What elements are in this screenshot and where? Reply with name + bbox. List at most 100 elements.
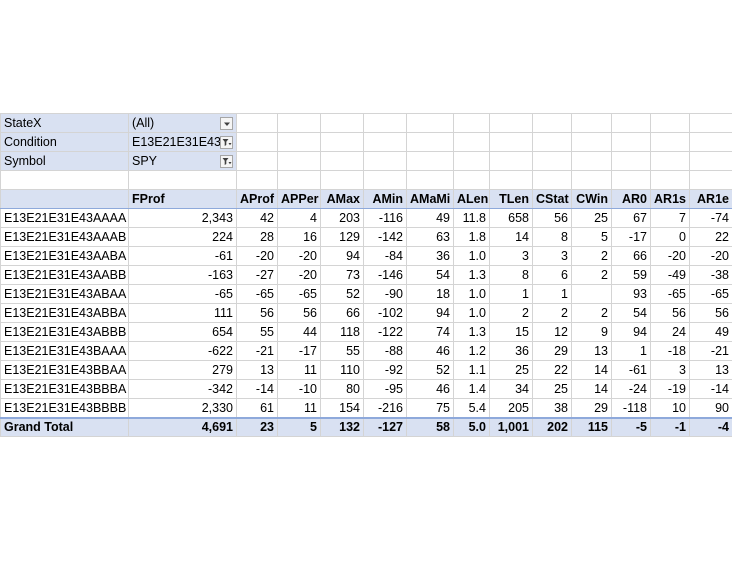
value-cell[interactable]: 1 <box>489 284 533 304</box>
empty-cell[interactable] <box>611 170 651 190</box>
value-cell[interactable]: 94 <box>611 322 651 342</box>
value-cell[interactable]: -122 <box>363 322 407 342</box>
value-cell[interactable]: 5 <box>571 227 612 247</box>
empty-cell[interactable] <box>236 170 278 190</box>
empty-cell[interactable] <box>489 151 533 171</box>
value-cell[interactable]: 29 <box>571 398 612 418</box>
value-cell[interactable]: -61 <box>128 246 237 266</box>
empty-cell[interactable] <box>689 170 732 190</box>
empty-cell[interactable] <box>363 132 407 152</box>
value-cell[interactable]: 8 <box>532 227 572 247</box>
column-header-amin[interactable]: AMin <box>363 189 407 209</box>
column-header-alen[interactable]: ALen <box>453 189 490 209</box>
value-cell[interactable]: 66 <box>320 303 364 323</box>
value-cell[interactable]: 11 <box>277 360 321 380</box>
value-cell[interactable]: -163 <box>128 265 237 285</box>
value-cell[interactable]: 15 <box>489 322 533 342</box>
grand-total-value[interactable]: -5 <box>611 416 651 437</box>
value-cell[interactable]: 67 <box>611 208 651 228</box>
value-cell[interactable]: 13 <box>689 360 732 380</box>
value-cell[interactable]: -116 <box>363 208 407 228</box>
value-cell[interactable]: 658 <box>489 208 533 228</box>
value-cell[interactable]: 203 <box>320 208 364 228</box>
empty-cell[interactable] <box>277 170 321 190</box>
value-cell[interactable]: 24 <box>650 322 690 342</box>
row-label-header[interactable] <box>0 189 129 209</box>
empty-cell[interactable] <box>320 113 364 133</box>
value-cell[interactable]: 59 <box>611 265 651 285</box>
value-cell[interactable]: -38 <box>689 265 732 285</box>
value-cell[interactable]: 94 <box>320 246 364 266</box>
value-cell[interactable]: -84 <box>363 246 407 266</box>
value-cell[interactable]: 36 <box>489 341 533 361</box>
row-label[interactable]: E13E21E31E43BAAA <box>0 341 129 361</box>
empty-cell[interactable] <box>650 170 690 190</box>
row-label[interactable]: E13E21E31E43AAAA <box>0 208 129 228</box>
value-cell[interactable]: 1.0 <box>453 284 490 304</box>
column-header-amax[interactable]: AMax <box>320 189 364 209</box>
value-cell[interactable]: 224 <box>128 227 237 247</box>
value-cell[interactable]: -10 <box>277 379 321 399</box>
filter-value-cell[interactable]: (All) <box>128 113 237 133</box>
value-cell[interactable]: -90 <box>363 284 407 304</box>
value-cell[interactable]: -216 <box>363 398 407 418</box>
empty-cell[interactable] <box>453 170 490 190</box>
value-cell[interactable]: -342 <box>128 379 237 399</box>
empty-cell[interactable] <box>611 113 651 133</box>
value-cell[interactable]: 38 <box>532 398 572 418</box>
filter-dropdown-button[interactable] <box>220 135 233 149</box>
value-cell[interactable]: 11 <box>277 398 321 418</box>
empty-cell[interactable] <box>363 170 407 190</box>
value-cell[interactable]: -18 <box>650 341 690 361</box>
empty-cell[interactable] <box>489 170 533 190</box>
value-cell[interactable]: 1.8 <box>453 227 490 247</box>
column-header-ar1s[interactable]: AR1s <box>650 189 690 209</box>
value-cell[interactable]: 11.8 <box>453 208 490 228</box>
value-cell[interactable]: 129 <box>320 227 364 247</box>
value-cell[interactable]: -20 <box>650 246 690 266</box>
value-cell[interactable]: -74 <box>689 208 732 228</box>
empty-cell[interactable] <box>406 113 454 133</box>
value-cell[interactable]: 36 <box>406 246 454 266</box>
row-label[interactable]: E13E21E31E43AAAB <box>0 227 129 247</box>
value-cell[interactable]: 1.0 <box>453 303 490 323</box>
value-cell[interactable] <box>571 284 612 304</box>
value-cell[interactable]: 56 <box>532 208 572 228</box>
column-header-tlen[interactable]: TLen <box>489 189 533 209</box>
filter-dropdown-button[interactable] <box>220 154 233 168</box>
value-cell[interactable]: 90 <box>689 398 732 418</box>
value-cell[interactable]: -14 <box>689 379 732 399</box>
value-cell[interactable]: -146 <box>363 265 407 285</box>
value-cell[interactable]: 205 <box>489 398 533 418</box>
empty-cell[interactable] <box>650 151 690 171</box>
empty-cell[interactable] <box>320 151 364 171</box>
value-cell[interactable]: 2 <box>532 303 572 323</box>
value-cell[interactable]: -17 <box>611 227 651 247</box>
value-cell[interactable]: 80 <box>320 379 364 399</box>
value-cell[interactable]: 73 <box>320 265 364 285</box>
empty-cell[interactable] <box>689 132 732 152</box>
value-cell[interactable]: 14 <box>489 227 533 247</box>
value-cell[interactable]: -622 <box>128 341 237 361</box>
value-cell[interactable]: -21 <box>236 341 278 361</box>
empty-cell[interactable] <box>571 132 612 152</box>
empty-cell[interactable] <box>532 113 572 133</box>
value-cell[interactable]: -118 <box>611 398 651 418</box>
row-label[interactable]: E13E21E31E43BBBA <box>0 379 129 399</box>
value-cell[interactable]: -20 <box>236 246 278 266</box>
value-cell[interactable]: 49 <box>406 208 454 228</box>
value-cell[interactable]: -20 <box>277 246 321 266</box>
column-header-aprof[interactable]: AProf <box>236 189 278 209</box>
column-header-cwin[interactable]: CWin <box>571 189 612 209</box>
filter-value-cell[interactable]: E13E21E31E43 <box>128 132 237 152</box>
grand-total-value[interactable]: -4 <box>689 416 732 437</box>
value-cell[interactable]: 1.3 <box>453 322 490 342</box>
value-cell[interactable]: 1.3 <box>453 265 490 285</box>
value-cell[interactable]: 74 <box>406 322 454 342</box>
row-label[interactable]: E13E21E31E43BBBB <box>0 398 129 418</box>
value-cell[interactable]: 7 <box>650 208 690 228</box>
value-cell[interactable]: 4 <box>277 208 321 228</box>
value-cell[interactable]: 42 <box>236 208 278 228</box>
grand-total-value[interactable]: -1 <box>650 416 690 437</box>
value-cell[interactable]: 49 <box>689 322 732 342</box>
